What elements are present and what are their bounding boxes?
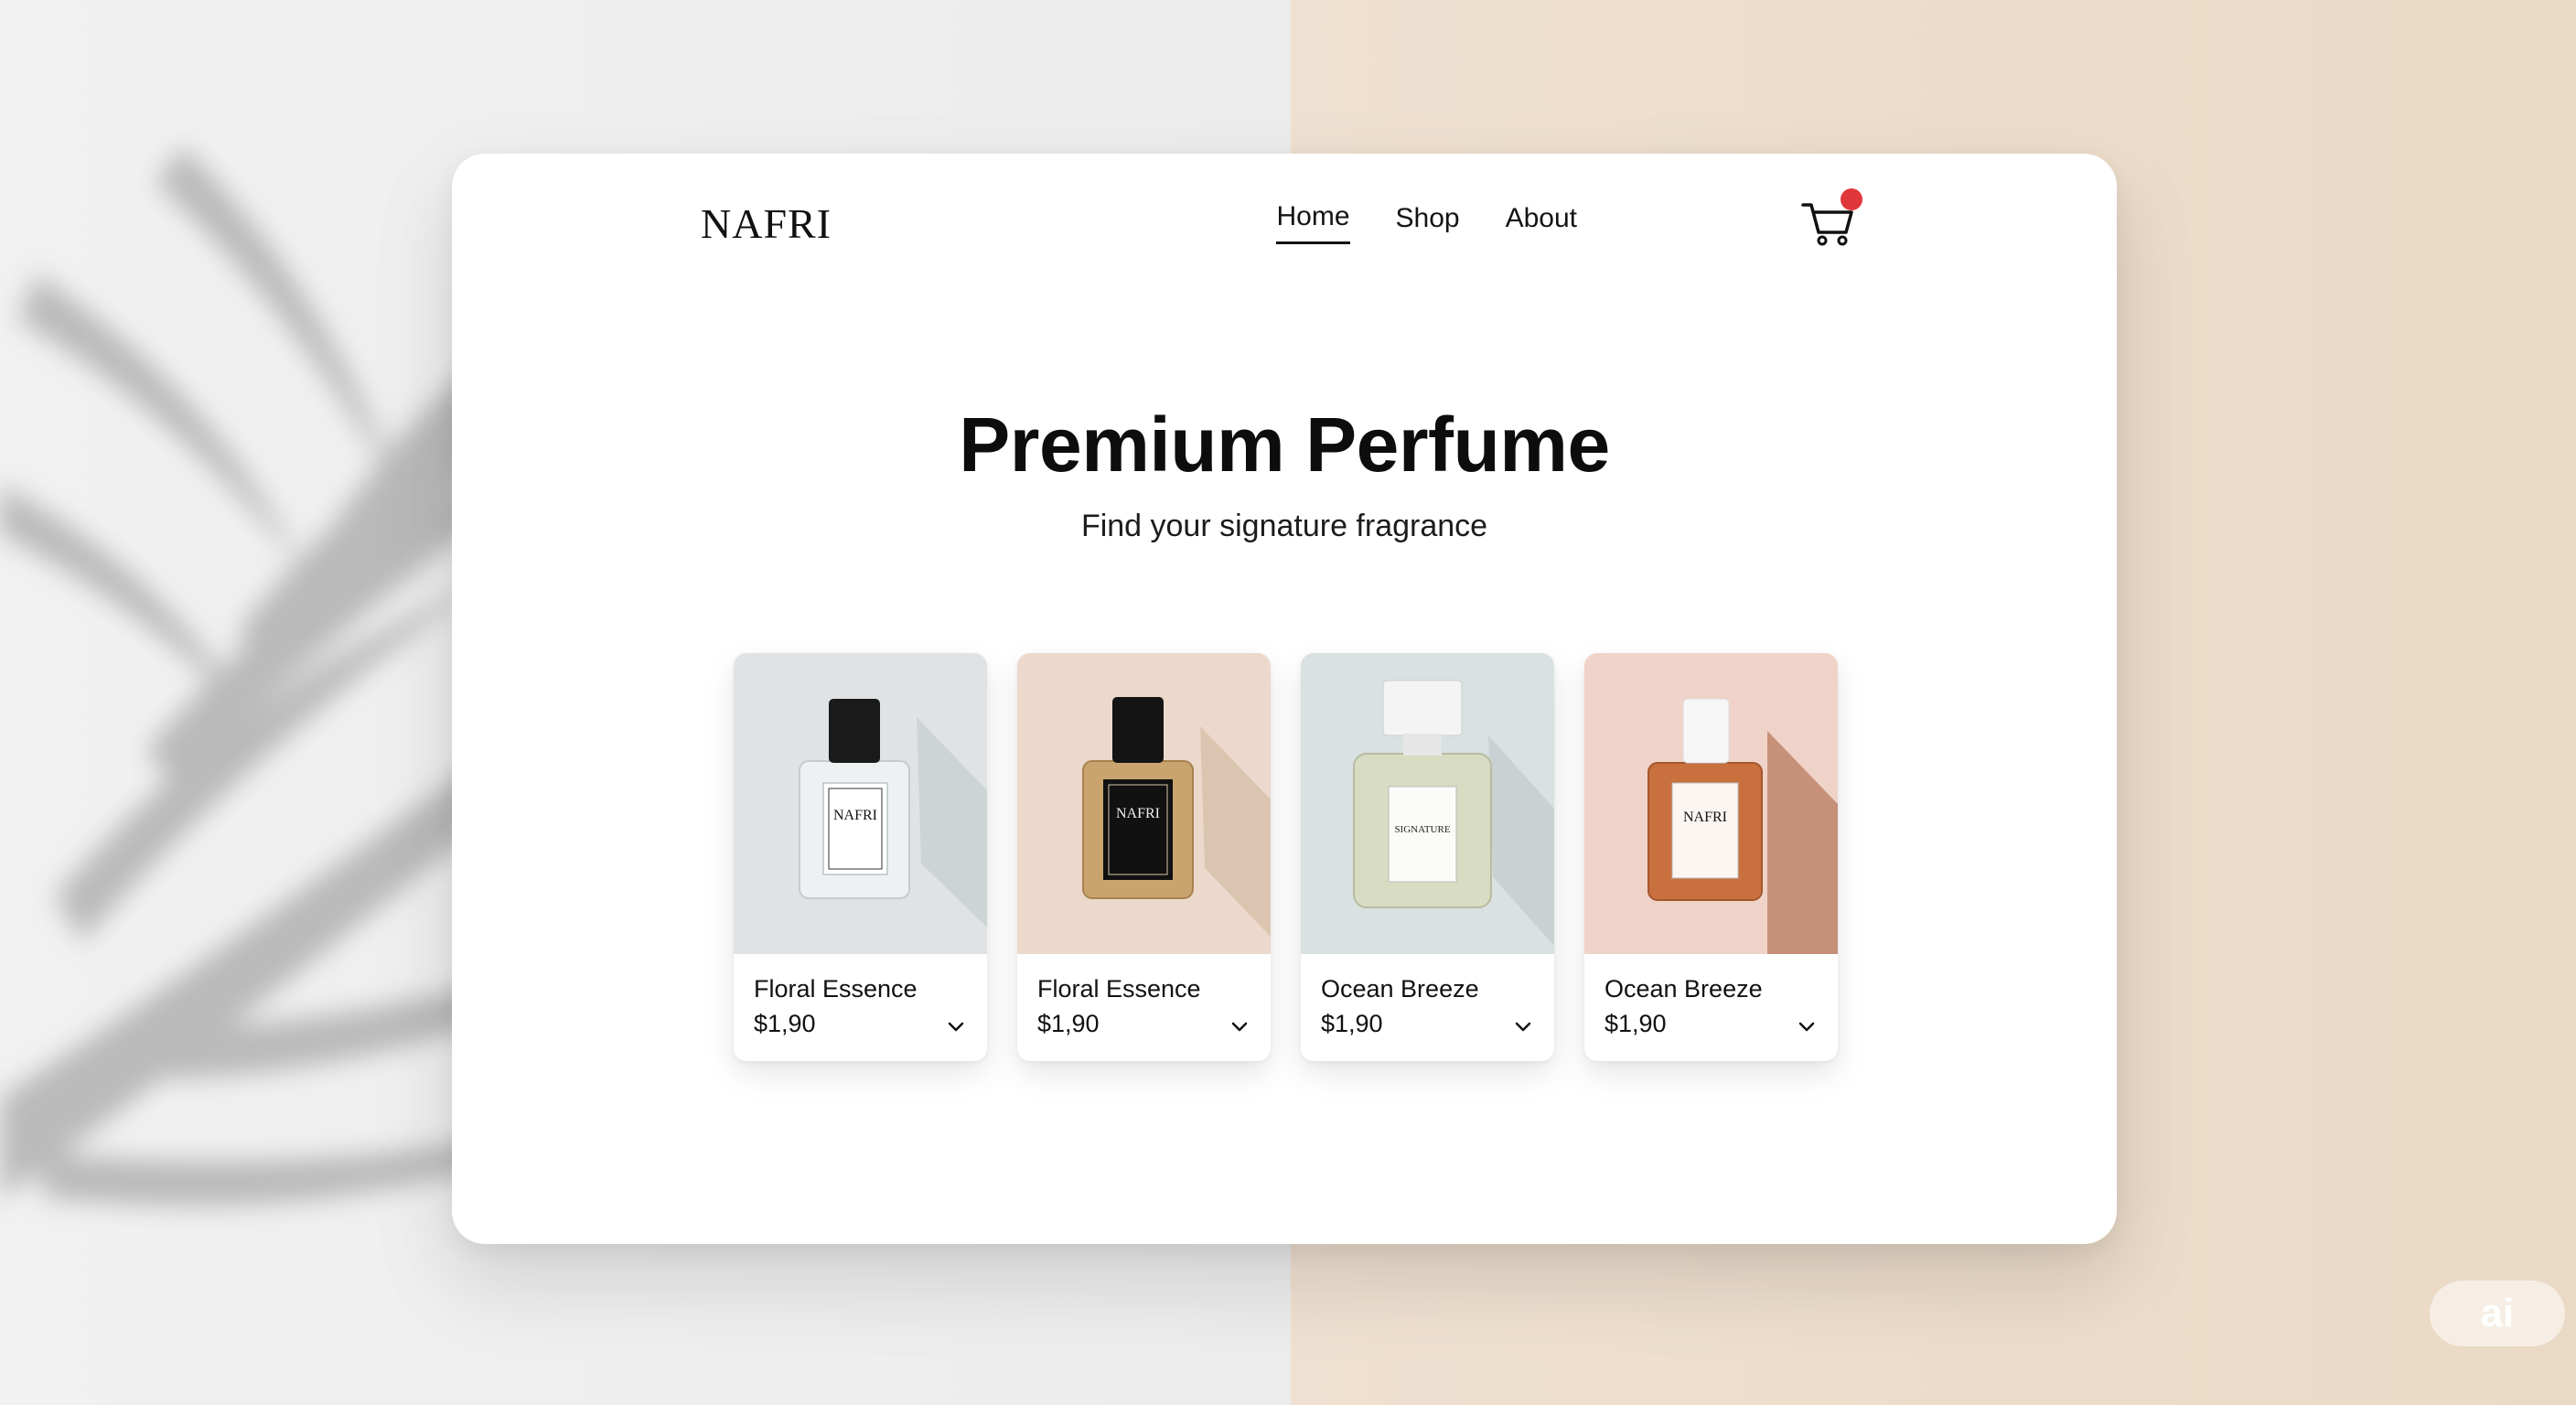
product-card[interactable]: NAFRI Floral Essence $1,90 [1017, 653, 1271, 1061]
bottle-label: SIGNATURE [1394, 824, 1450, 835]
chevron-down-icon[interactable] [1512, 1019, 1534, 1035]
product-name: Ocean Breeze [1321, 975, 1479, 1003]
product-price: $1,90 [1321, 1010, 1383, 1037]
nav-item-shop[interactable]: Shop [1396, 203, 1460, 243]
nav-item-about[interactable]: About [1506, 203, 1577, 243]
product-image: NAFRI [1017, 653, 1271, 954]
page-subtitle: Find your signature fragrance [1080, 509, 1488, 543]
product-name: Floral Essence [1037, 975, 1201, 1003]
product-image: NAFRI [1584, 653, 1838, 954]
product-image: NAFRI [734, 653, 987, 954]
product-grid: NAFRI Floral Essence $1,90 NAFRI Floral … [734, 653, 1838, 1061]
product-price: $1,90 [754, 1010, 816, 1037]
ai-watermark-badge: ai [2430, 1281, 2565, 1346]
nav-item-home[interactable]: Home [1276, 201, 1350, 244]
bottle-label: NAFRI [1116, 806, 1160, 821]
product-card[interactable]: NAFRI Ocean Breeze $1,90 [1584, 653, 1838, 1061]
product-price: $1,90 [1605, 1010, 1667, 1037]
cart-badge [1841, 188, 1862, 210]
product-name: Ocean Breeze [1605, 975, 1763, 1003]
main-window: NAFRI Home Shop About Premium Perfume Fi… [452, 154, 2117, 1244]
product-image: SIGNATURE [1301, 653, 1554, 954]
product-name: Floral Essence [754, 975, 918, 1003]
main-nav: Home Shop About [1276, 201, 1577, 244]
product-card[interactable]: SIGNATURE Ocean Breeze $1,90 [1301, 653, 1554, 1061]
bottle-label: NAFRI [1683, 810, 1727, 825]
brand-logo[interactable]: NAFRI [701, 199, 832, 248]
page-title: Premium Perfume [959, 402, 1610, 488]
chevron-down-icon[interactable] [1229, 1019, 1250, 1035]
product-price: $1,90 [1037, 1010, 1100, 1037]
chevron-down-icon[interactable] [1796, 1019, 1818, 1035]
chevron-down-icon[interactable] [945, 1019, 967, 1035]
product-card[interactable]: NAFRI Floral Essence $1,90 [734, 653, 987, 1061]
bottle-label: NAFRI [833, 808, 877, 823]
